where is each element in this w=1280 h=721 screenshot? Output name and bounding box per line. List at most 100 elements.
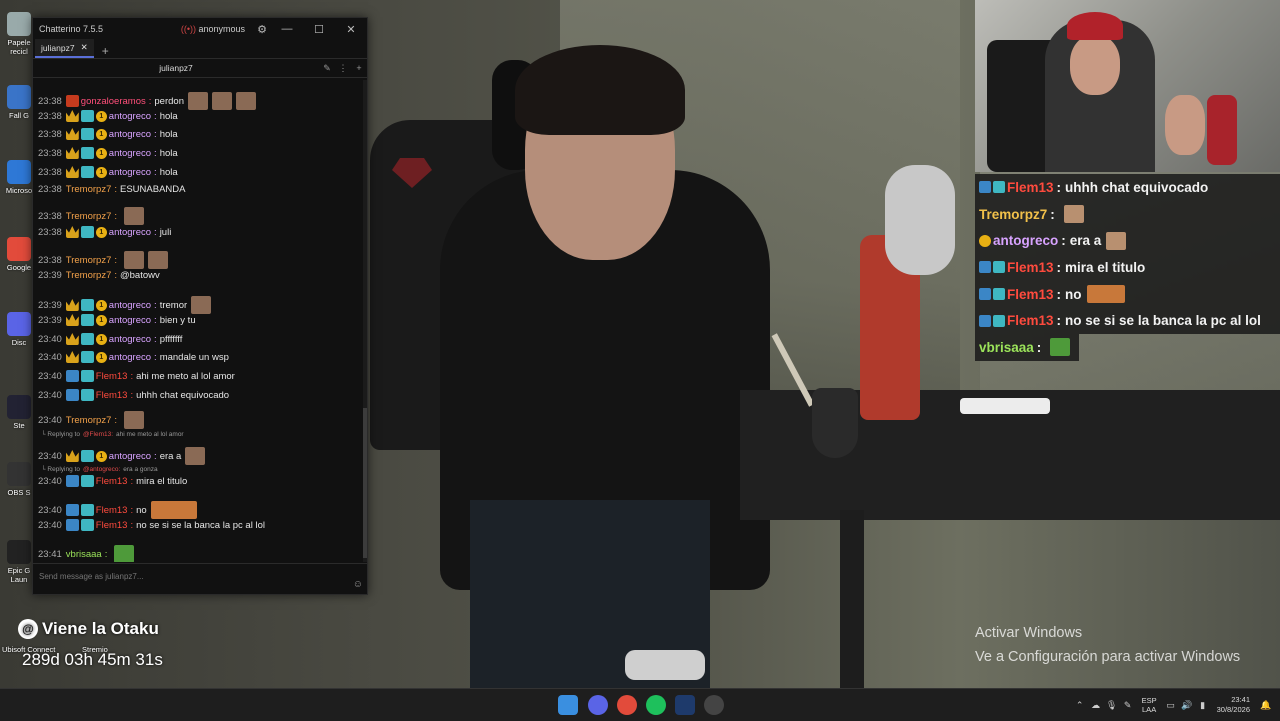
sub-badge-icon[interactable]: [80, 226, 94, 238]
message-username[interactable]: antogreco: [109, 300, 151, 311]
gear-icon[interactable]: ⚙: [253, 23, 271, 36]
emote-image[interactable]: [124, 207, 144, 225]
chatterino-icon[interactable]: [675, 695, 695, 715]
crown-badge-icon[interactable]: [65, 128, 79, 140]
message-username[interactable]: Tremorpz7: [66, 270, 112, 281]
sub-badge-icon[interactable]: [80, 299, 94, 311]
reply-context[interactable]: └ Replying to @antogreco: era a gonza: [41, 466, 158, 473]
message-username[interactable]: vbrisaaa: [66, 549, 102, 560]
message-username[interactable]: Flem13: [96, 520, 128, 531]
scrollbar-thumb[interactable]: [363, 408, 367, 558]
volume-icon[interactable]: 🔊: [1179, 700, 1195, 711]
crown-badge-icon[interactable]: [65, 166, 79, 178]
message-username[interactable]: Tremorpz7: [66, 255, 112, 266]
desktop-shortcut[interactable]: Papele recicl: [4, 12, 34, 56]
coin-badge-icon[interactable]: 1: [95, 299, 107, 311]
sub-badge-icon[interactable]: [80, 147, 94, 159]
sub-badge-icon[interactable]: [80, 128, 94, 140]
prime-badge-icon[interactable]: [65, 475, 79, 487]
red-badge-icon[interactable]: [65, 95, 79, 107]
coin-badge-icon[interactable]: 1: [95, 333, 107, 345]
emote-image[interactable]: [124, 411, 144, 429]
language-indicator[interactable]: ESP LAA: [1142, 696, 1157, 714]
coin-badge-icon[interactable]: 1: [95, 314, 107, 326]
sub-badge-icon[interactable]: [80, 333, 94, 345]
message-username[interactable]: antogreco: [109, 129, 151, 140]
message-username[interactable]: Flem13: [96, 476, 128, 487]
sub-badge-icon[interactable]: [80, 370, 94, 382]
sub-badge-icon[interactable]: [80, 110, 94, 122]
spotify-icon[interactable]: [646, 695, 666, 715]
crown-badge-icon[interactable]: [65, 299, 79, 311]
sub-badge-icon[interactable]: [80, 519, 94, 531]
message-username[interactable]: antogreco: [109, 352, 151, 363]
message-username[interactable]: Flem13: [96, 371, 128, 382]
emote-image[interactable]: [150, 501, 197, 519]
discord-icon[interactable]: [588, 695, 608, 715]
message-username[interactable]: Tremorpz7: [66, 211, 112, 222]
cloud-icon[interactable]: ☁: [1088, 700, 1104, 711]
coin-badge-icon[interactable]: 1: [95, 110, 107, 122]
crown-badge-icon[interactable]: [65, 450, 79, 462]
emote-image[interactable]: [191, 296, 212, 314]
emote-image[interactable]: [124, 251, 144, 269]
message-input[interactable]: [37, 568, 341, 584]
sub-badge-icon[interactable]: [80, 166, 94, 178]
pencil-icon[interactable]: ✎: [319, 63, 335, 74]
message-username[interactable]: antogreco: [109, 167, 151, 178]
sub-badge-icon[interactable]: [80, 450, 94, 462]
add-split-icon[interactable]: +: [351, 63, 367, 73]
desktop-shortcut[interactable]: Microso: [4, 160, 34, 195]
sub-badge-icon[interactable]: [80, 389, 94, 401]
windows-start-icon[interactable]: [558, 695, 578, 715]
emote-image[interactable]: [185, 447, 206, 465]
desktop-shortcut[interactable]: Google: [4, 237, 34, 272]
more-options-icon[interactable]: ⋮: [335, 63, 351, 74]
message-username[interactable]: antogreco: [109, 315, 151, 326]
crown-badge-icon[interactable]: [65, 314, 79, 326]
message-username[interactable]: antogreco: [109, 111, 151, 122]
emote-image[interactable]: [235, 92, 256, 110]
emote-image[interactable]: [187, 92, 208, 110]
desktop-shortcut[interactable]: Epic G Laun: [4, 540, 34, 584]
message-username[interactable]: Flem13: [96, 390, 128, 401]
tab-julianpz7[interactable]: julianpz7 ✕: [35, 39, 94, 58]
message-username[interactable]: Tremorpz7: [66, 415, 112, 426]
crown-badge-icon[interactable]: [65, 351, 79, 363]
prime-badge-icon[interactable]: [65, 519, 79, 531]
message-username[interactable]: Tremorpz7: [66, 184, 112, 195]
sub-badge-icon[interactable]: [80, 504, 94, 516]
crown-badge-icon[interactable]: [65, 226, 79, 238]
close-button[interactable]: ✕: [335, 23, 367, 36]
notification-icon[interactable]: 🔔: [1258, 700, 1274, 711]
sub-badge-icon[interactable]: [80, 351, 94, 363]
sub-badge-icon[interactable]: [80, 475, 94, 487]
coin-badge-icon[interactable]: 1: [95, 147, 107, 159]
coin-badge-icon[interactable]: 1: [95, 351, 107, 363]
emote-image[interactable]: [211, 92, 232, 110]
channel-name[interactable]: julianpz7: [33, 63, 319, 73]
emote-image[interactable]: [114, 545, 135, 562]
emoji-icon[interactable]: ☺: [353, 579, 363, 590]
desktop-shortcut[interactable]: Disc: [4, 312, 34, 347]
message-username[interactable]: antogreco: [109, 148, 151, 159]
obs-icon[interactable]: [704, 695, 724, 715]
coin-badge-icon[interactable]: 1: [95, 166, 107, 178]
prime-badge-icon[interactable]: [65, 504, 79, 516]
close-tab-icon[interactable]: ✕: [81, 42, 88, 53]
coin-badge-icon[interactable]: 1: [95, 226, 107, 238]
network-icon[interactable]: ▭: [1163, 700, 1179, 711]
maximize-button[interactable]: ☐: [303, 23, 335, 36]
pen-icon[interactable]: ✎: [1120, 700, 1136, 711]
live-icon[interactable]: ((•)): [178, 24, 198, 34]
message-username[interactable]: antogreco: [109, 451, 151, 462]
microphone-icon[interactable]: 🎙: [1104, 700, 1120, 711]
add-tab-button[interactable]: +: [102, 44, 109, 58]
prime-badge-icon[interactable]: [65, 389, 79, 401]
message-username[interactable]: gonzaloeramos: [81, 96, 146, 107]
minimize-button[interactable]: —: [271, 23, 303, 35]
message-username[interactable]: antogreco: [109, 334, 151, 345]
desktop-shortcut[interactable]: OBS S: [4, 462, 34, 497]
coin-badge-icon[interactable]: 1: [95, 450, 107, 462]
clock[interactable]: 23:41 30/8/2026: [1217, 695, 1250, 715]
